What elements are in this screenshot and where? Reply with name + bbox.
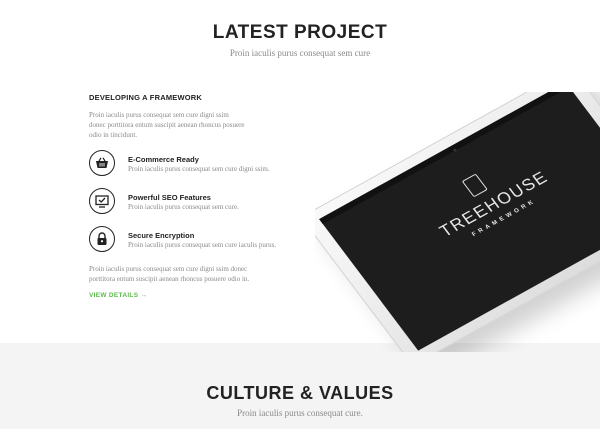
outro-line: Proin iaculis purus consequat sem cure d… — [89, 265, 248, 273]
intro-line: Proin iaculis purus consequat sem cure d… — [89, 111, 229, 119]
project-intro-text: Proin iaculis purus consequat sem cure d… — [89, 110, 309, 140]
lock-icon — [89, 226, 115, 252]
feature-description: Proin iaculis purus consequat sem cure d… — [128, 165, 270, 173]
section-title: CULTURE & VALUES — [206, 383, 394, 403]
view-details-link[interactable]: VIEW DETAILS → — [89, 292, 147, 299]
tablet-mockup: TREEHOUSE FRAMEWORK — [315, 92, 600, 352]
tablet-screen: TREEHOUSE FRAMEWORK — [319, 92, 600, 351]
project-outro-text: Proin iaculis purus consequat sem cure d… — [89, 264, 309, 284]
basket-icon — [89, 150, 115, 176]
feature-encryption: Secure Encryption Proin iaculis purus co… — [89, 226, 319, 256]
intro-line: donec porttitora entum suscipit aenean r… — [89, 121, 245, 129]
feature-seo: Powerful SEO Features Proin iaculis puru… — [89, 188, 319, 218]
feature-ecommerce: E-Commerce Ready Proin iaculis purus con… — [89, 150, 319, 180]
monitor-check-icon — [89, 188, 115, 214]
feature-title: E-Commerce Ready — [128, 155, 199, 164]
feature-description: Proin iaculis purus consequat sem cure. — [128, 203, 239, 211]
camera-icon — [452, 148, 458, 153]
feature-title: Powerful SEO Features — [128, 193, 211, 202]
tablet-device: TREEHOUSE FRAMEWORK — [315, 92, 600, 352]
section-title: LATEST PROJECT — [212, 22, 388, 43]
feature-title: Secure Encryption — [128, 231, 195, 240]
project-heading: DEVELOPING A FRAMEWORK — [89, 93, 203, 102]
section-subtitle: Proin iaculis purus consequat cure. — [237, 408, 363, 418]
feature-description: Proin iaculis purus consequat sem cure i… — [128, 241, 277, 249]
section-subtitle: Proin iaculis purus consequat sem cure — [229, 48, 371, 58]
outro-line: porttitora entum suscipit aenean rhoncus… — [89, 275, 250, 283]
tablet-icon — [461, 173, 488, 198]
brand-name: TREEHOUSE — [435, 167, 552, 241]
intro-line: odio in tincidunt. — [89, 131, 138, 139]
